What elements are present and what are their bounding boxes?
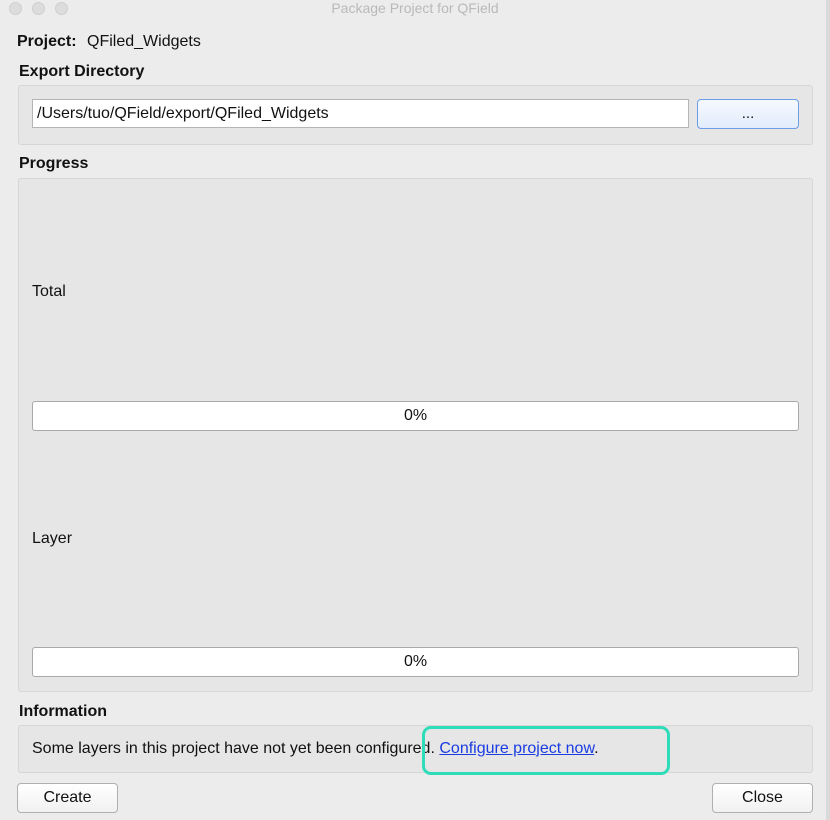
layer-progress-bar: 0%: [32, 647, 799, 677]
project-label: Project:: [17, 33, 77, 50]
total-progress-text: 0%: [403, 407, 428, 424]
information-text: Some layers in this project have not yet…: [32, 740, 435, 757]
browse-button[interactable]: ...: [697, 99, 799, 129]
total-label: Total: [32, 283, 66, 300]
package-project-dialog: Package Project for QField Project: QFil…: [0, 0, 830, 820]
export-directory-title: Export Directory: [19, 63, 145, 80]
progress-title: Progress: [19, 155, 89, 172]
progress-group: [18, 178, 813, 692]
project-row: Project: QFiled_Widgets: [17, 33, 201, 51]
highlight-annotation: [422, 726, 670, 775]
close-button[interactable]: Close: [712, 783, 813, 813]
export-path-input[interactable]: [32, 99, 689, 128]
create-button[interactable]: Create: [17, 783, 118, 813]
information-title: Information: [19, 703, 107, 720]
window-edge: [826, 0, 830, 820]
layer-progress-text: 0%: [403, 653, 428, 670]
title-bar: Package Project for QField: [0, 0, 830, 18]
window-title: Package Project for QField: [331, 0, 499, 16]
total-progress-bar: 0%: [32, 401, 799, 431]
layer-label: Layer: [32, 530, 73, 547]
project-name: QFiled_Widgets: [87, 33, 201, 50]
